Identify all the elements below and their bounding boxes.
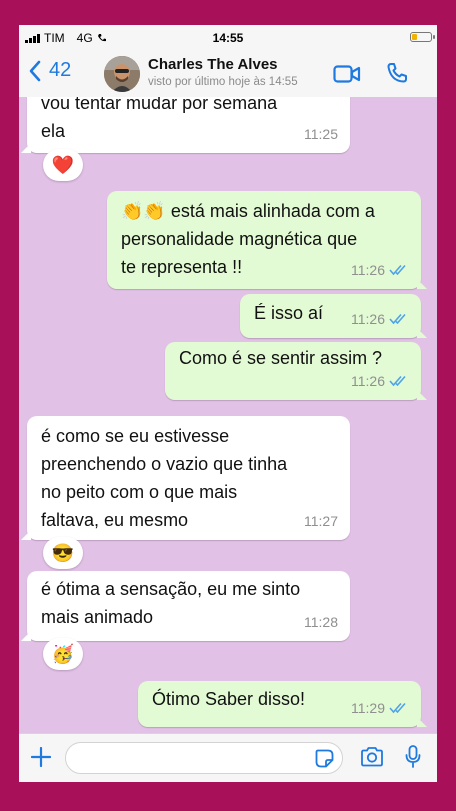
message-outgoing[interactable]: É isso aí 11:26: [240, 294, 427, 338]
message-incoming[interactable]: é ótima a sensação, eu me sinto mais ani…: [21, 571, 350, 641]
double-check-icon: [389, 313, 406, 325]
message-text: vou tentar mudar por semana: [41, 97, 278, 113]
profile-photo: [104, 56, 140, 92]
reaction-badge[interactable]: ❤️: [43, 149, 83, 181]
double-check-icon: [389, 702, 406, 714]
party-face-emoji-icon: 🥳: [51, 643, 75, 664]
sunglasses-emoji-icon: 😎: [51, 542, 75, 563]
message-time: 11:25: [304, 126, 338, 142]
message-time: 11:26: [351, 262, 385, 278]
message-time: 11:29: [351, 700, 385, 716]
message-text: 👏👏 está mais alinhada com a: [121, 201, 375, 221]
avatar[interactable]: [104, 56, 140, 92]
status-bar: TIM 4G 14:55: [19, 25, 437, 47]
message-time: 11:28: [304, 614, 338, 630]
chevron-left-icon: [29, 60, 41, 81]
message-time: 11:26: [351, 373, 385, 389]
message-outgoing[interactable]: Ótimo Saber disso! 11:29: [138, 681, 427, 727]
microphone-icon[interactable]: [405, 745, 421, 769]
plus-icon[interactable]: [31, 747, 51, 767]
message-incoming[interactable]: vou tentar mudar por semana ela 11:25: [21, 97, 350, 153]
heart-icon: ❤️: [51, 154, 75, 175]
last-seen: visto por último hoje às 14:55: [148, 76, 298, 88]
message-text: é ótima a sensação, eu me sinto: [41, 579, 301, 599]
message-text: faltava, eu mesmo: [41, 510, 189, 530]
back-button[interactable]: 42: [29, 59, 71, 82]
phone-screen: TIM 4G 14:55 42 Charles The Alves visto …: [19, 25, 437, 782]
message-text: preenchendo o vazio que tinha: [41, 454, 288, 474]
reaction-badge[interactable]: 😎: [43, 537, 83, 569]
chat-area: vou tentar mudar por semana ela 11:25 ❤️…: [19, 97, 437, 733]
status-time: 14:55: [212, 31, 244, 45]
message-outgoing[interactable]: 👏👏 está mais alinhada com a personalidad…: [107, 191, 427, 289]
contact-info[interactable]: Charles The Alves visto por último hoje …: [148, 56, 298, 88]
phone-call-icon[interactable]: [386, 62, 408, 84]
message-time: 11:27: [304, 513, 338, 529]
back-count: 42: [49, 59, 72, 81]
message-text: no peito com o que mais: [41, 482, 238, 502]
message-text: ela: [41, 121, 66, 141]
message-text: é como se eu estivesse: [41, 426, 230, 446]
message-text: personalidade magnética que: [121, 229, 358, 249]
message-incoming[interactable]: é como se eu estivesse preenchendo o vaz…: [21, 416, 350, 540]
contact-name: Charles The Alves: [148, 56, 278, 73]
message-input[interactable]: [65, 742, 343, 774]
camera-icon[interactable]: [360, 747, 384, 767]
video-call-icon[interactable]: [333, 65, 361, 83]
double-check-icon: [389, 375, 406, 387]
battery-icon: [410, 32, 435, 42]
chat-header: 42 Charles The Alves visto por último ho…: [19, 47, 437, 98]
message-time: 11:26: [351, 311, 385, 327]
message-text: mais animado: [41, 607, 154, 627]
sticker-icon[interactable]: [315, 749, 334, 768]
double-check-icon: [389, 264, 406, 276]
reaction-badge[interactable]: 🥳: [43, 638, 83, 670]
message-outgoing[interactable]: Como é se sentir assim ? 11:26: [165, 342, 427, 400]
message-composer: [19, 733, 437, 782]
